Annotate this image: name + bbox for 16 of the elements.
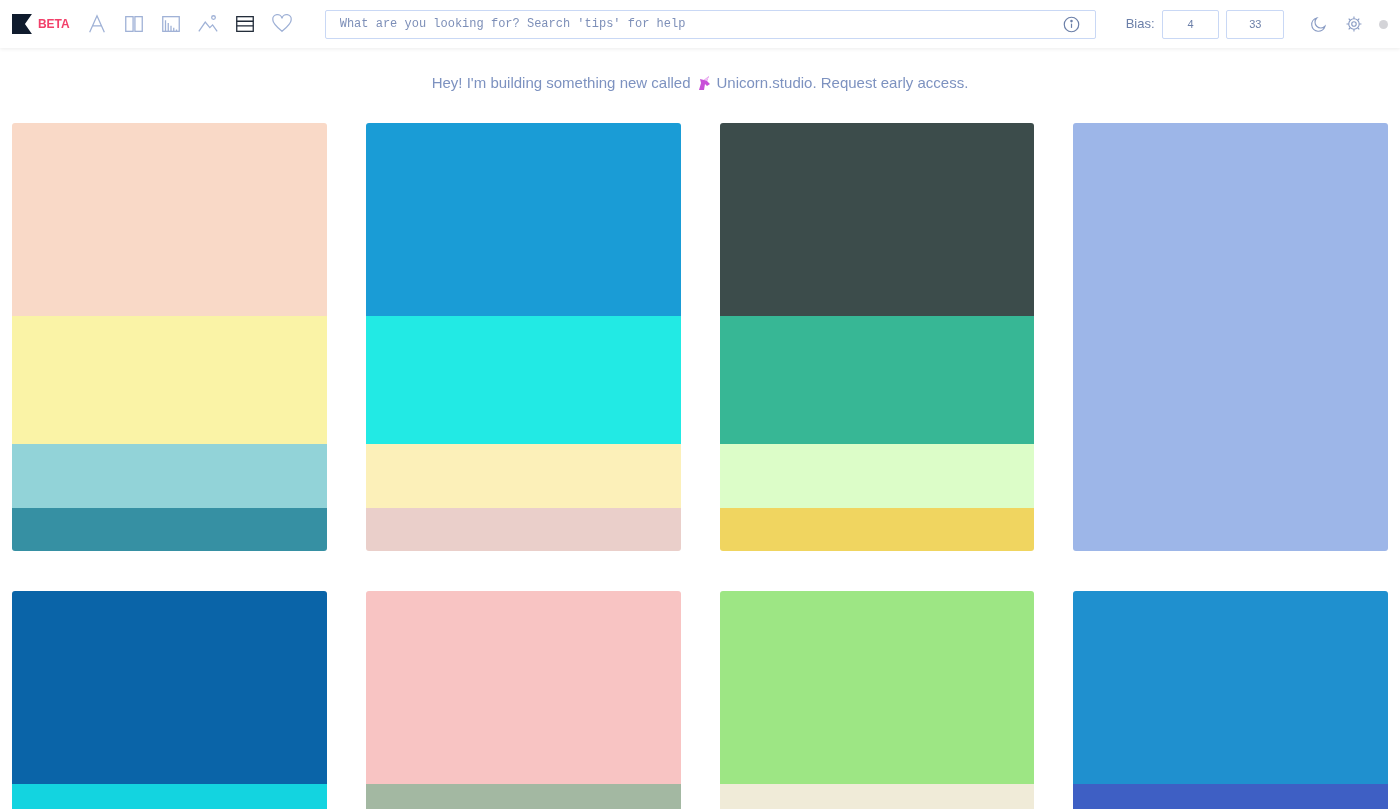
bar-chart-icon	[159, 13, 182, 35]
banner-link[interactable]: Unicorn.studio. Request early access.	[716, 71, 969, 95]
search-field[interactable]: What are you looking for? Search 'tips' for help	[324, 9, 1096, 39]
settings-icon[interactable]	[1345, 15, 1364, 33]
list-icon	[233, 13, 256, 35]
beta-label: BETA	[37, 16, 70, 33]
bias-label: Bias:	[1125, 15, 1155, 34]
heart-icon	[270, 13, 293, 35]
bias-input[interactable]: 4	[1161, 9, 1220, 39]
columns-icon	[122, 13, 145, 35]
mountain-icon	[196, 13, 219, 35]
bias-input[interactable]: 33	[1226, 9, 1285, 39]
banner-text: Hey! I'm building something new called	[431, 72, 691, 93]
moon-icon[interactable]	[1310, 15, 1329, 33]
logo-icon	[12, 14, 32, 34]
info-icon[interactable]	[1062, 15, 1080, 33]
